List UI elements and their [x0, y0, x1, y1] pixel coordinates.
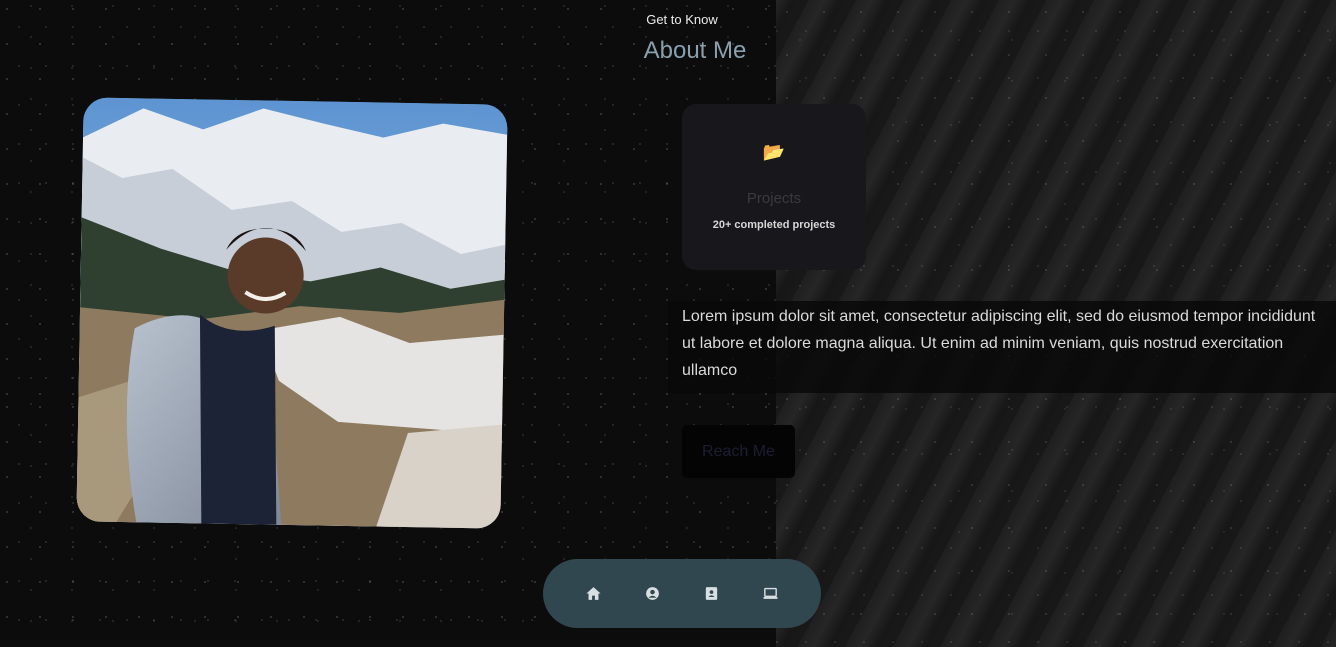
profile-photo	[76, 97, 508, 529]
laptop-icon[interactable]	[757, 580, 785, 608]
section-title: About Me	[643, 37, 747, 64]
section-eyebrow: Get to Know	[646, 12, 718, 27]
home-icon[interactable]	[580, 580, 608, 608]
folder-open-icon: 📂	[762, 142, 786, 162]
card-title: Projects	[746, 190, 802, 207]
reach-me-button[interactable]: Reach Me	[682, 425, 795, 478]
contact-book-icon[interactable]	[698, 580, 726, 608]
about-paragraph: Lorem ipsum dolor sit amet, consectetur …	[668, 301, 1336, 393]
projects-card[interactable]: 📂 Projects 20+ completed projects	[682, 104, 866, 270]
bottom-nav	[543, 559, 821, 628]
user-circle-icon[interactable]	[639, 580, 667, 608]
card-subtitle: 20+ completed projects	[712, 219, 836, 231]
